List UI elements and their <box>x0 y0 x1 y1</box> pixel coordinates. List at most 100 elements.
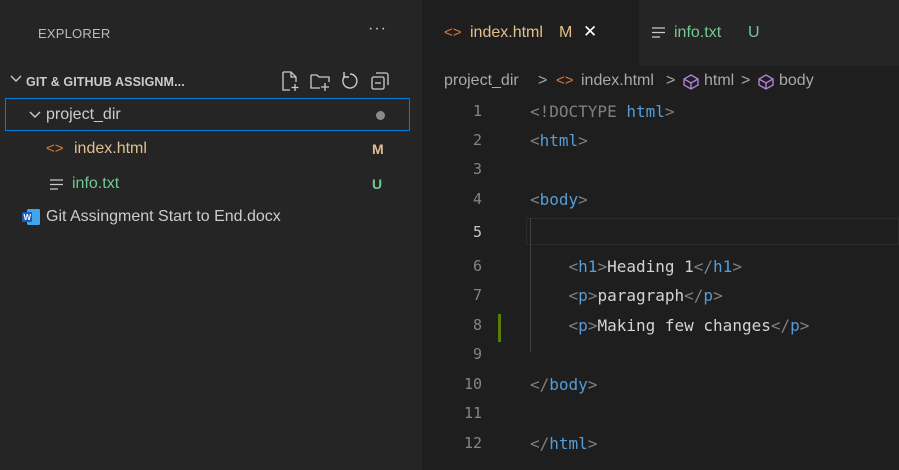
code-line: 8 <p>Making few changes</p> <box>422 312 899 341</box>
code-line: 12 </html> <box>422 430 899 459</box>
close-icon[interactable]: ✕ <box>583 22 597 42</box>
breadcrumb-separator: > <box>666 72 676 89</box>
breadcrumb-separator: > <box>538 72 548 89</box>
tag-name: body <box>539 190 579 209</box>
doctype-open: <!DOCTYPE <box>530 102 617 121</box>
tag-name: p <box>578 316 588 335</box>
code-line: 1 <!DOCTYPE html> <box>422 98 899 127</box>
tree-item-project-dir[interactable]: project_dir <box>5 98 410 131</box>
explorer-header: EXPLORER ··· <box>0 0 422 66</box>
workspace-section-header[interactable]: GIT & GITHUB ASSIGNM... <box>0 66 422 96</box>
tag-bracket: < <box>568 286 579 305</box>
tag-bracket: > <box>587 286 598 305</box>
line-number: 9 <box>472 345 482 363</box>
tree-item-info-txt[interactable]: info.txt U <box>0 168 422 201</box>
line-number: 10 <box>463 375 482 393</box>
code-line: 3 <box>422 156 899 185</box>
line-number: 6 <box>472 257 482 275</box>
code-line: 4 <body> <box>422 186 899 215</box>
tag-bracket: > <box>799 316 810 335</box>
doctype-name: html <box>626 102 665 121</box>
line-number: 5 <box>472 223 482 241</box>
refresh-icon[interactable] <box>339 70 361 92</box>
code-line: 6 <h1>Heading 1</h1> <box>422 253 899 282</box>
code-line: 9 <box>422 341 899 370</box>
modified-dot <box>376 111 385 120</box>
tree-item-label: info.txt <box>72 175 120 192</box>
git-status-badge: M <box>372 141 384 157</box>
svg-text:W: W <box>24 213 32 222</box>
editor-area: <> index.html M ✕ info.txt U project_dir… <box>422 0 899 470</box>
tab-status: U <box>748 24 760 41</box>
tag-bracket: > <box>587 434 598 453</box>
text-file-icon <box>652 27 665 38</box>
tag-bracket: </ <box>530 434 550 453</box>
tab-info-txt[interactable]: info.txt U <box>639 0 819 66</box>
tag-bracket: < <box>530 190 540 209</box>
tag-name: h1 <box>578 257 598 276</box>
code-line: 10 </body> <box>422 371 899 400</box>
html-file-icon: <> <box>444 24 462 41</box>
tab-index-html[interactable]: <> index.html M ✕ <box>422 0 639 66</box>
tag-bracket: </ <box>770 316 791 335</box>
html-file-icon: <> <box>556 72 574 89</box>
tag-bracket: > <box>664 102 675 121</box>
tab-label: info.txt <box>674 24 722 41</box>
workspace-name: GIT & GITHUB ASSIGNM... <box>26 75 185 89</box>
tab-bar: <> index.html M ✕ info.txt U <box>422 0 899 66</box>
breadcrumb-node[interactable]: html <box>704 72 734 90</box>
git-status-badge: U <box>372 176 383 192</box>
tree-item-label: project_dir <box>46 106 121 123</box>
code-line: 7 <p>paragraph</p> <box>422 282 899 311</box>
tag-name: p <box>790 316 800 335</box>
tag-bracket: < <box>568 257 579 276</box>
new-file-icon[interactable] <box>279 70 301 92</box>
text-file-icon <box>50 179 63 190</box>
breadcrumb-separator: > <box>741 72 751 89</box>
text-content: Heading 1 <box>607 257 694 276</box>
code-line: 2 <html> <box>422 127 899 156</box>
breadcrumb-node[interactable]: body <box>779 72 814 90</box>
tag-name: html <box>539 131 579 150</box>
line-number: 8 <box>472 316 482 334</box>
text-content: Making few changes <box>597 316 771 335</box>
tag-name: body <box>549 375 588 394</box>
code-line-current: 5 <box>422 219 899 248</box>
tab-label: index.html <box>470 24 543 41</box>
tree-item-docx[interactable]: W Git Assingment Start to End.docx <box>0 201 422 234</box>
tag-bracket: </ <box>530 375 550 394</box>
explorer-sidebar: EXPLORER ··· GIT & GITHUB ASSIGNM... pro… <box>0 0 422 470</box>
tree-item-label: Git Assingment Start to End.docx <box>46 208 281 225</box>
line-number: 3 <box>472 160 482 178</box>
text-content: paragraph <box>597 286 685 305</box>
tag-bracket: > <box>597 257 608 276</box>
html-file-icon: <> <box>46 140 64 157</box>
tag-bracket: </ <box>684 286 704 305</box>
section-actions <box>279 70 391 92</box>
tree-item-label: index.html <box>74 140 147 157</box>
tag-bracket: > <box>587 375 598 394</box>
tag-bracket: > <box>587 316 598 335</box>
tag-bracket: > <box>732 257 742 276</box>
breadcrumb-file[interactable]: index.html <box>581 72 654 90</box>
tag-bracket: > <box>578 190 588 209</box>
tag-name: html <box>549 434 588 453</box>
word-file-icon: W <box>22 209 40 225</box>
line-number: 12 <box>463 434 482 452</box>
tree-item-index-html[interactable]: <> index.html M <box>0 133 422 166</box>
explorer-title: EXPLORER <box>38 26 111 41</box>
line-number: 7 <box>472 286 482 304</box>
collapse-all-icon[interactable] <box>369 70 391 92</box>
chevron-down-icon <box>10 75 22 82</box>
breadcrumb: project_dir > <> index.html > html > bod… <box>422 66 899 96</box>
more-actions-icon[interactable]: ··· <box>368 20 387 38</box>
breadcrumb-folder[interactable]: project_dir <box>444 72 519 90</box>
tag-bracket: < <box>530 131 540 150</box>
tab-status: M <box>559 24 573 41</box>
tag-bracket: </ <box>693 257 714 276</box>
symbol-element-icon <box>758 74 774 90</box>
new-folder-icon[interactable] <box>309 70 331 92</box>
line-number: 4 <box>472 190 482 208</box>
line-number: 1 <box>472 102 482 120</box>
line-number: 2 <box>472 131 482 149</box>
